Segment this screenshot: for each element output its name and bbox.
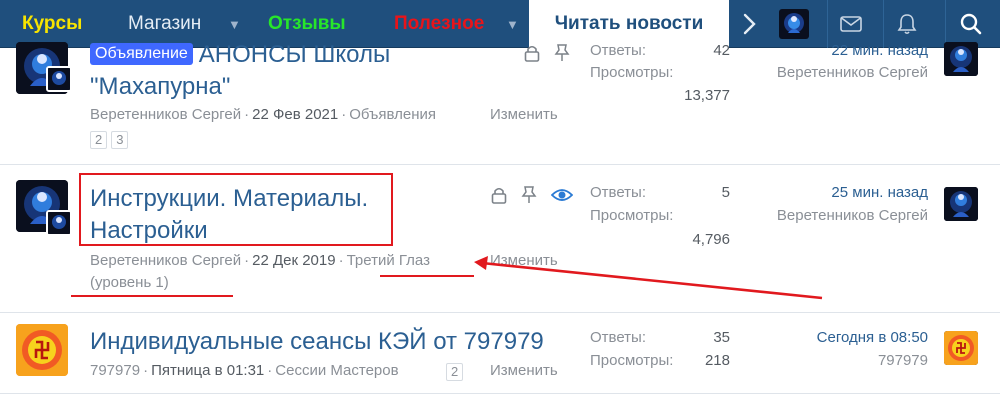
search-icon[interactable] — [945, 0, 995, 48]
edit-link[interactable]: Изменить — [490, 360, 558, 382]
page-jump: 2 3 — [90, 131, 129, 149]
thread-status-icons — [524, 44, 570, 62]
nav-item-kursy[interactable]: Курсы — [22, 0, 82, 48]
views-label: Просмотры: — [590, 207, 674, 224]
thread-meta: 797979 · Пятница в 01:31 · Сессии Мастеров — [90, 362, 399, 379]
replies-count: 42 — [713, 42, 730, 59]
thread-row: Объявление АНОНСЫ Школы "Махапурна" Верет… — [0, 41, 1000, 165]
replies-label: Ответы: — [590, 329, 647, 346]
edit-link[interactable]: Изменить — [490, 104, 558, 126]
author-avatar[interactable] — [16, 324, 68, 376]
views-count: 218 — [704, 352, 730, 369]
thread-forum[interactable]: Сессии Мастеров — [275, 362, 398, 379]
last-post-user[interactable]: Веретенников Сергей — [740, 205, 928, 227]
views-label: Просмотры: — [590, 352, 674, 369]
thread-author[interactable]: 797979 — [90, 362, 140, 379]
thread-forum[interactable]: Объявления — [349, 106, 436, 123]
replies-count: 35 — [713, 329, 730, 346]
last-poster-avatar[interactable] — [944, 187, 978, 221]
views-label: Просмотры: — [590, 64, 674, 81]
lock-icon — [491, 187, 507, 204]
last-post-time[interactable]: 25 мин. назад — [740, 182, 928, 204]
pin-icon — [521, 186, 537, 203]
thread-author[interactable]: Веретенников Сергей — [90, 106, 241, 123]
highlight-underline — [380, 275, 474, 277]
thread-row — [0, 394, 1000, 408]
page-link[interactable]: 2 — [446, 363, 464, 381]
last-post-user[interactable]: 797979 — [740, 350, 928, 372]
last-post-user[interactable]: Веретенников Сергей — [740, 62, 928, 84]
highlight-underline — [71, 295, 233, 297]
last-post-time[interactable]: Сегодня в 08:50 — [740, 327, 928, 349]
annotation-arrow — [474, 256, 823, 300]
last-poster-mini-avatar[interactable] — [46, 66, 72, 92]
page-jump: 2 — [446, 363, 464, 381]
thread-meta: Веретенников Сергей · 22 Дек 2019 · Третий Г… — [90, 252, 430, 291]
thread-meta: Веретенников Сергей · 22 Фев 2021 · Объявлен… — [90, 106, 436, 123]
pin-icon — [554, 44, 570, 61]
thread-row: Индивидуальные сеансы КЭЙ от 797979 7979… — [0, 314, 1000, 394]
thread-date[interactable]: 22 Фев 2021 — [252, 106, 338, 123]
thread-title[interactable]: Индивидуальные сеансы КЭЙ от 797979 — [90, 326, 570, 358]
page-link[interactable]: 3 — [111, 131, 129, 149]
last-poster-mini-avatar[interactable] — [46, 210, 72, 236]
thread-author[interactable]: Веретенников Сергей — [90, 252, 241, 269]
eye-icon — [551, 189, 573, 201]
thread-title[interactable]: Объявление АНОНСЫ Школы "Махапурна" — [90, 39, 510, 103]
lock-icon — [524, 45, 540, 62]
thread-status-icons — [491, 186, 573, 204]
thread-date[interactable]: 22 Дек 2019 — [252, 252, 335, 269]
replies-count: 5 — [721, 184, 730, 201]
highlight-box — [79, 173, 393, 246]
thread-date[interactable]: Пятница в 01:31 — [151, 362, 264, 379]
views-count: 13,377 — [684, 87, 730, 104]
replies-label: Ответы: — [590, 42, 647, 59]
page-link[interactable]: 2 — [90, 131, 108, 149]
replies-label: Ответы: — [590, 184, 647, 201]
last-poster-avatar[interactable] — [944, 42, 978, 76]
last-post-time[interactable]: 22 мин. назад — [740, 40, 928, 62]
last-poster-avatar[interactable] — [944, 331, 978, 365]
thread-prefix-badge[interactable]: Объявление — [90, 43, 193, 65]
